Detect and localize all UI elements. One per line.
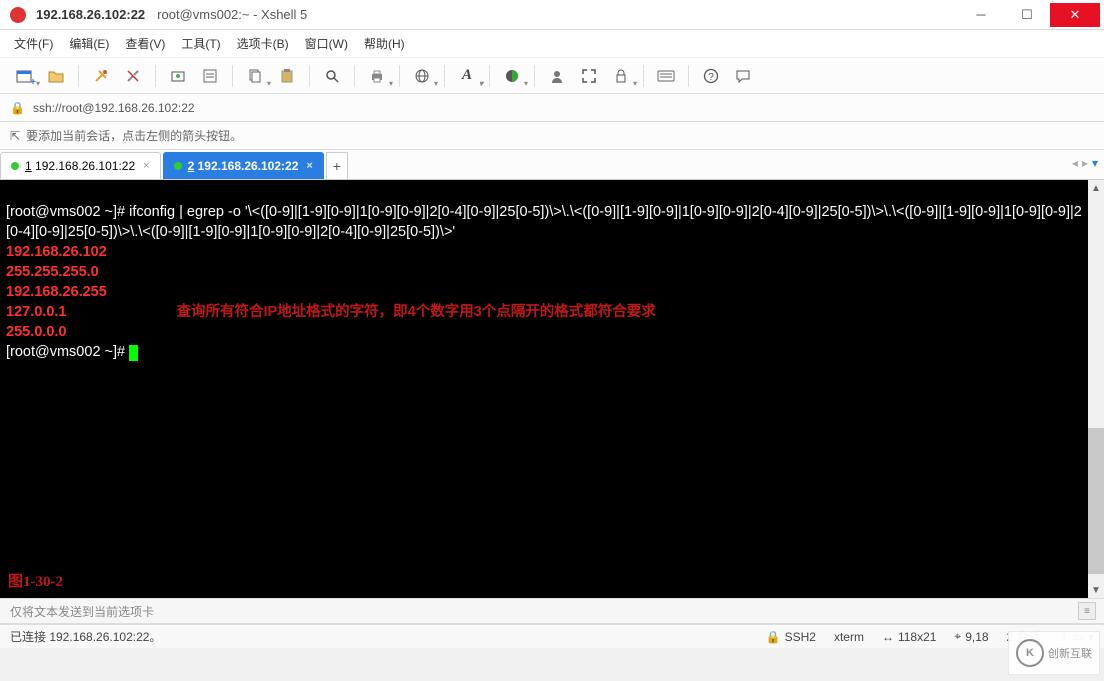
scroll-track[interactable] <box>1088 196 1104 582</box>
menu-tools[interactable]: 工具(T) <box>181 35 220 52</box>
properties-icon[interactable] <box>196 62 224 90</box>
terminal-output: 192.168.26.102 <box>6 244 107 260</box>
cursor-pos-icon: ⌖ <box>954 629 961 644</box>
tab-index: 2 <box>188 159 195 173</box>
disconnect-icon[interactable] <box>119 62 147 90</box>
scroll-down-icon[interactable]: ▼ <box>1091 582 1101 598</box>
color-icon[interactable]: ▾ <box>498 62 526 90</box>
menubar: 文件(F) 编辑(E) 查看(V) 工具(T) 选项卡(B) 窗口(W) 帮助(… <box>0 30 1104 58</box>
menu-view[interactable]: 查看(V) <box>125 35 165 52</box>
annotation-text: 查询所有符合IP地址格式的字符，即4个数字用3个点隔开的格式都符合要求 <box>176 304 655 320</box>
copy-icon[interactable]: ▾ <box>241 62 269 90</box>
send-placeholder: 仅将文本发送到当前选项卡 <box>10 603 154 620</box>
status-cursor: 9,18 <box>965 630 988 644</box>
minimize-button[interactable]: ─ <box>958 3 1004 27</box>
connect-icon[interactable] <box>87 62 115 90</box>
arrow-tip-icon[interactable]: ⇱ <box>10 129 20 143</box>
tab-2[interactable]: 2 192.168.26.102:22 × <box>163 152 324 179</box>
lock-status-icon: 🔒 <box>766 630 781 644</box>
status-bar: 已连接 192.168.26.102:22。 🔒 SSH2 xterm ↔ 118x… <box>0 624 1104 648</box>
user-icon[interactable] <box>543 62 571 90</box>
menu-window[interactable]: 窗口(W) <box>305 35 348 52</box>
status-connection: 已连接 192.168.26.102:22。 <box>10 628 748 645</box>
status-dot-icon <box>11 162 19 170</box>
tab-list-icon[interactable]: ▾ <box>1092 156 1098 170</box>
new-session-icon[interactable]: ▾ <box>10 62 38 90</box>
terminal-output: 255.0.0.0 <box>6 324 66 340</box>
lock-small-icon: 🔒 <box>10 101 25 115</box>
tab-next-icon[interactable]: ▸ <box>1082 156 1088 170</box>
globe-icon[interactable]: ▾ <box>408 62 436 90</box>
terminal[interactable]: [root@vms002 ~]# ifconfig | egrep -o '\<… <box>0 180 1088 598</box>
cursor-icon <box>129 345 138 361</box>
send-bar[interactable]: 仅将文本发送到当前选项卡 ≡ <box>0 598 1104 624</box>
terminal-area: [root@vms002 ~]# ifconfig | egrep -o '\<… <box>0 180 1104 598</box>
tab-index: 1 <box>25 159 32 173</box>
reconnect-icon[interactable] <box>164 62 192 90</box>
tab-label: 192.168.26.102:22 <box>198 159 299 173</box>
resize-icon: ↔ <box>882 630 894 644</box>
svg-text:?: ? <box>708 72 714 83</box>
tab-1[interactable]: 1 192.168.26.101:22 × <box>0 152 161 179</box>
menu-file[interactable]: 文件(F) <box>14 35 53 52</box>
app-icon <box>10 7 26 23</box>
scroll-thumb[interactable] <box>1088 428 1104 575</box>
terminal-prompt: [root@vms002 ~]# <box>6 344 129 360</box>
tip-text: 要添加当前会话，点击左侧的箭头按钮。 <box>26 127 242 144</box>
menu-help[interactable]: 帮助(H) <box>364 35 405 52</box>
titlebar: 192.168.26.102:22 root@vms002:~ - Xshell… <box>0 0 1104 30</box>
open-icon[interactable] <box>42 62 70 90</box>
tab-add-button[interactable]: + <box>326 152 348 179</box>
tab-strip: 1 192.168.26.101:22 × 2 192.168.26.102:2… <box>0 150 1104 180</box>
title-host: 192.168.26.102:22 <box>36 7 145 22</box>
tab-close-icon[interactable]: × <box>306 160 312 172</box>
terminal-output: 255.255.255.0 <box>6 264 99 280</box>
status-size: 118x21 <box>898 630 936 644</box>
tab-close-icon[interactable]: × <box>143 160 149 172</box>
menu-tabs[interactable]: 选项卡(B) <box>237 35 289 52</box>
status-termtype: xterm <box>834 630 864 644</box>
status-dot-icon <box>174 162 182 170</box>
keyboard-icon[interactable] <box>652 62 680 90</box>
tab-prev-icon[interactable]: ◂ <box>1072 156 1078 170</box>
terminal-cmd: [root@vms002 ~]# ifconfig | egrep -o '\<… <box>6 204 1082 240</box>
menu-edit[interactable]: 编辑(E) <box>69 35 109 52</box>
terminal-output: 192.168.26.255 <box>6 284 107 300</box>
paste-icon[interactable] <box>273 62 301 90</box>
toolbar: ▾ ▾ ▾ ▾ A▾ ▾ ▾ ? <box>0 58 1104 94</box>
address-bar: 🔒 ssh://root@192.168.26.102:22 <box>0 94 1104 122</box>
search-icon[interactable] <box>318 62 346 90</box>
watermark-text: 创新互联 <box>1048 645 1092 661</box>
font-icon[interactable]: A▾ <box>453 62 481 90</box>
tab-label: 192.168.26.101:22 <box>35 159 135 173</box>
send-menu-icon[interactable]: ≡ <box>1078 602 1096 620</box>
help-icon[interactable]: ? <box>697 62 725 90</box>
chat-icon[interactable] <box>729 62 757 90</box>
tip-bar: ⇱ 要添加当前会话，点击左侧的箭头按钮。 <box>0 122 1104 150</box>
maximize-button[interactable]: ☐ <box>1004 3 1050 27</box>
status-protocol: SSH2 <box>785 630 816 644</box>
figure-label: 图1-30-2 <box>8 573 63 592</box>
lock-icon[interactable]: ▾ <box>607 62 635 90</box>
title-text: root@vms002:~ - Xshell 5 <box>157 7 307 22</box>
terminal-output: 127.0.0.1 <box>6 304 66 320</box>
address-url[interactable]: ssh://root@192.168.26.102:22 <box>33 101 195 115</box>
watermark: K 创新互联 <box>1008 631 1100 675</box>
scroll-up-icon[interactable]: ▲ <box>1091 180 1101 196</box>
print-icon[interactable]: ▾ <box>363 62 391 90</box>
close-button[interactable]: ✕ <box>1050 3 1100 27</box>
fullscreen-icon[interactable] <box>575 62 603 90</box>
terminal-scrollbar[interactable]: ▲ ▼ <box>1088 180 1104 598</box>
watermark-logo-icon: K <box>1016 639 1044 667</box>
